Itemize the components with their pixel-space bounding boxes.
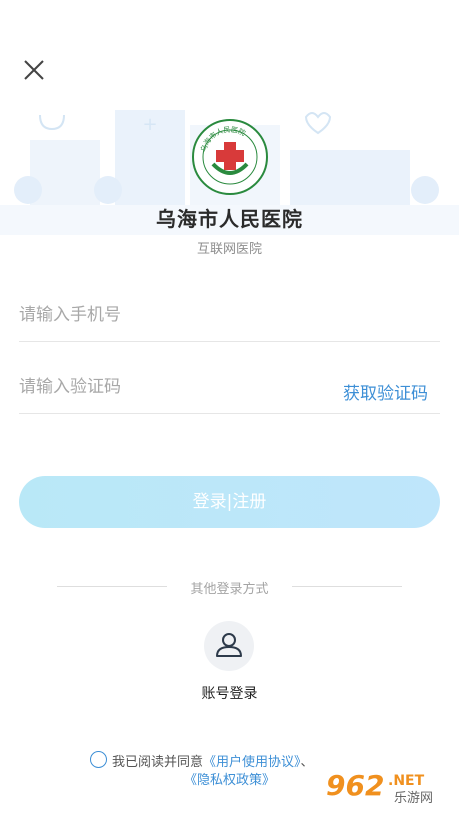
login-register-button[interactable]: 登录|注册 xyxy=(19,476,440,528)
divider-line-right xyxy=(292,586,402,587)
phone-field xyxy=(19,290,440,342)
account-login-button[interactable] xyxy=(204,621,254,671)
agreement-checkbox[interactable] xyxy=(90,751,107,768)
other-login-divider: 其他登录方式 xyxy=(57,578,402,597)
close-icon xyxy=(24,60,44,80)
close-button[interactable] xyxy=(18,54,50,86)
other-login-label: 其他登录方式 xyxy=(190,582,269,597)
hospital-subtitle: 互联网医院 xyxy=(196,242,262,257)
svg-text:+: + xyxy=(142,114,157,135)
hospital-logo: 乌海市人民医院 xyxy=(192,119,268,195)
agreement-text: 我已阅读并同意《用户使用协议》、 xyxy=(112,751,314,770)
site-watermark: 962 .NET 乐游网 xyxy=(322,765,452,807)
user-icon xyxy=(216,633,242,657)
phone-input[interactable] xyxy=(19,290,319,340)
watermark-domain: .NET xyxy=(388,773,425,789)
hospital-name: 乌海市人民医院 xyxy=(156,207,303,231)
agreement-separator: 、 xyxy=(300,755,314,770)
verification-code-input[interactable] xyxy=(19,362,319,412)
watermark-site: 乐游网 xyxy=(394,791,433,806)
account-login-label: 账号登录 xyxy=(201,686,258,702)
code-field: 获取验证码 xyxy=(19,362,440,414)
agreement-prefix: 我已阅读并同意 xyxy=(112,755,204,770)
get-code-button[interactable]: 获取验证码 xyxy=(343,379,428,404)
user-agreement-link[interactable]: 《用户使用协议》 xyxy=(203,755,301,770)
privacy-policy-link[interactable]: 《隐私权政策》 xyxy=(184,773,275,788)
watermark-brand: 962 xyxy=(326,769,384,802)
